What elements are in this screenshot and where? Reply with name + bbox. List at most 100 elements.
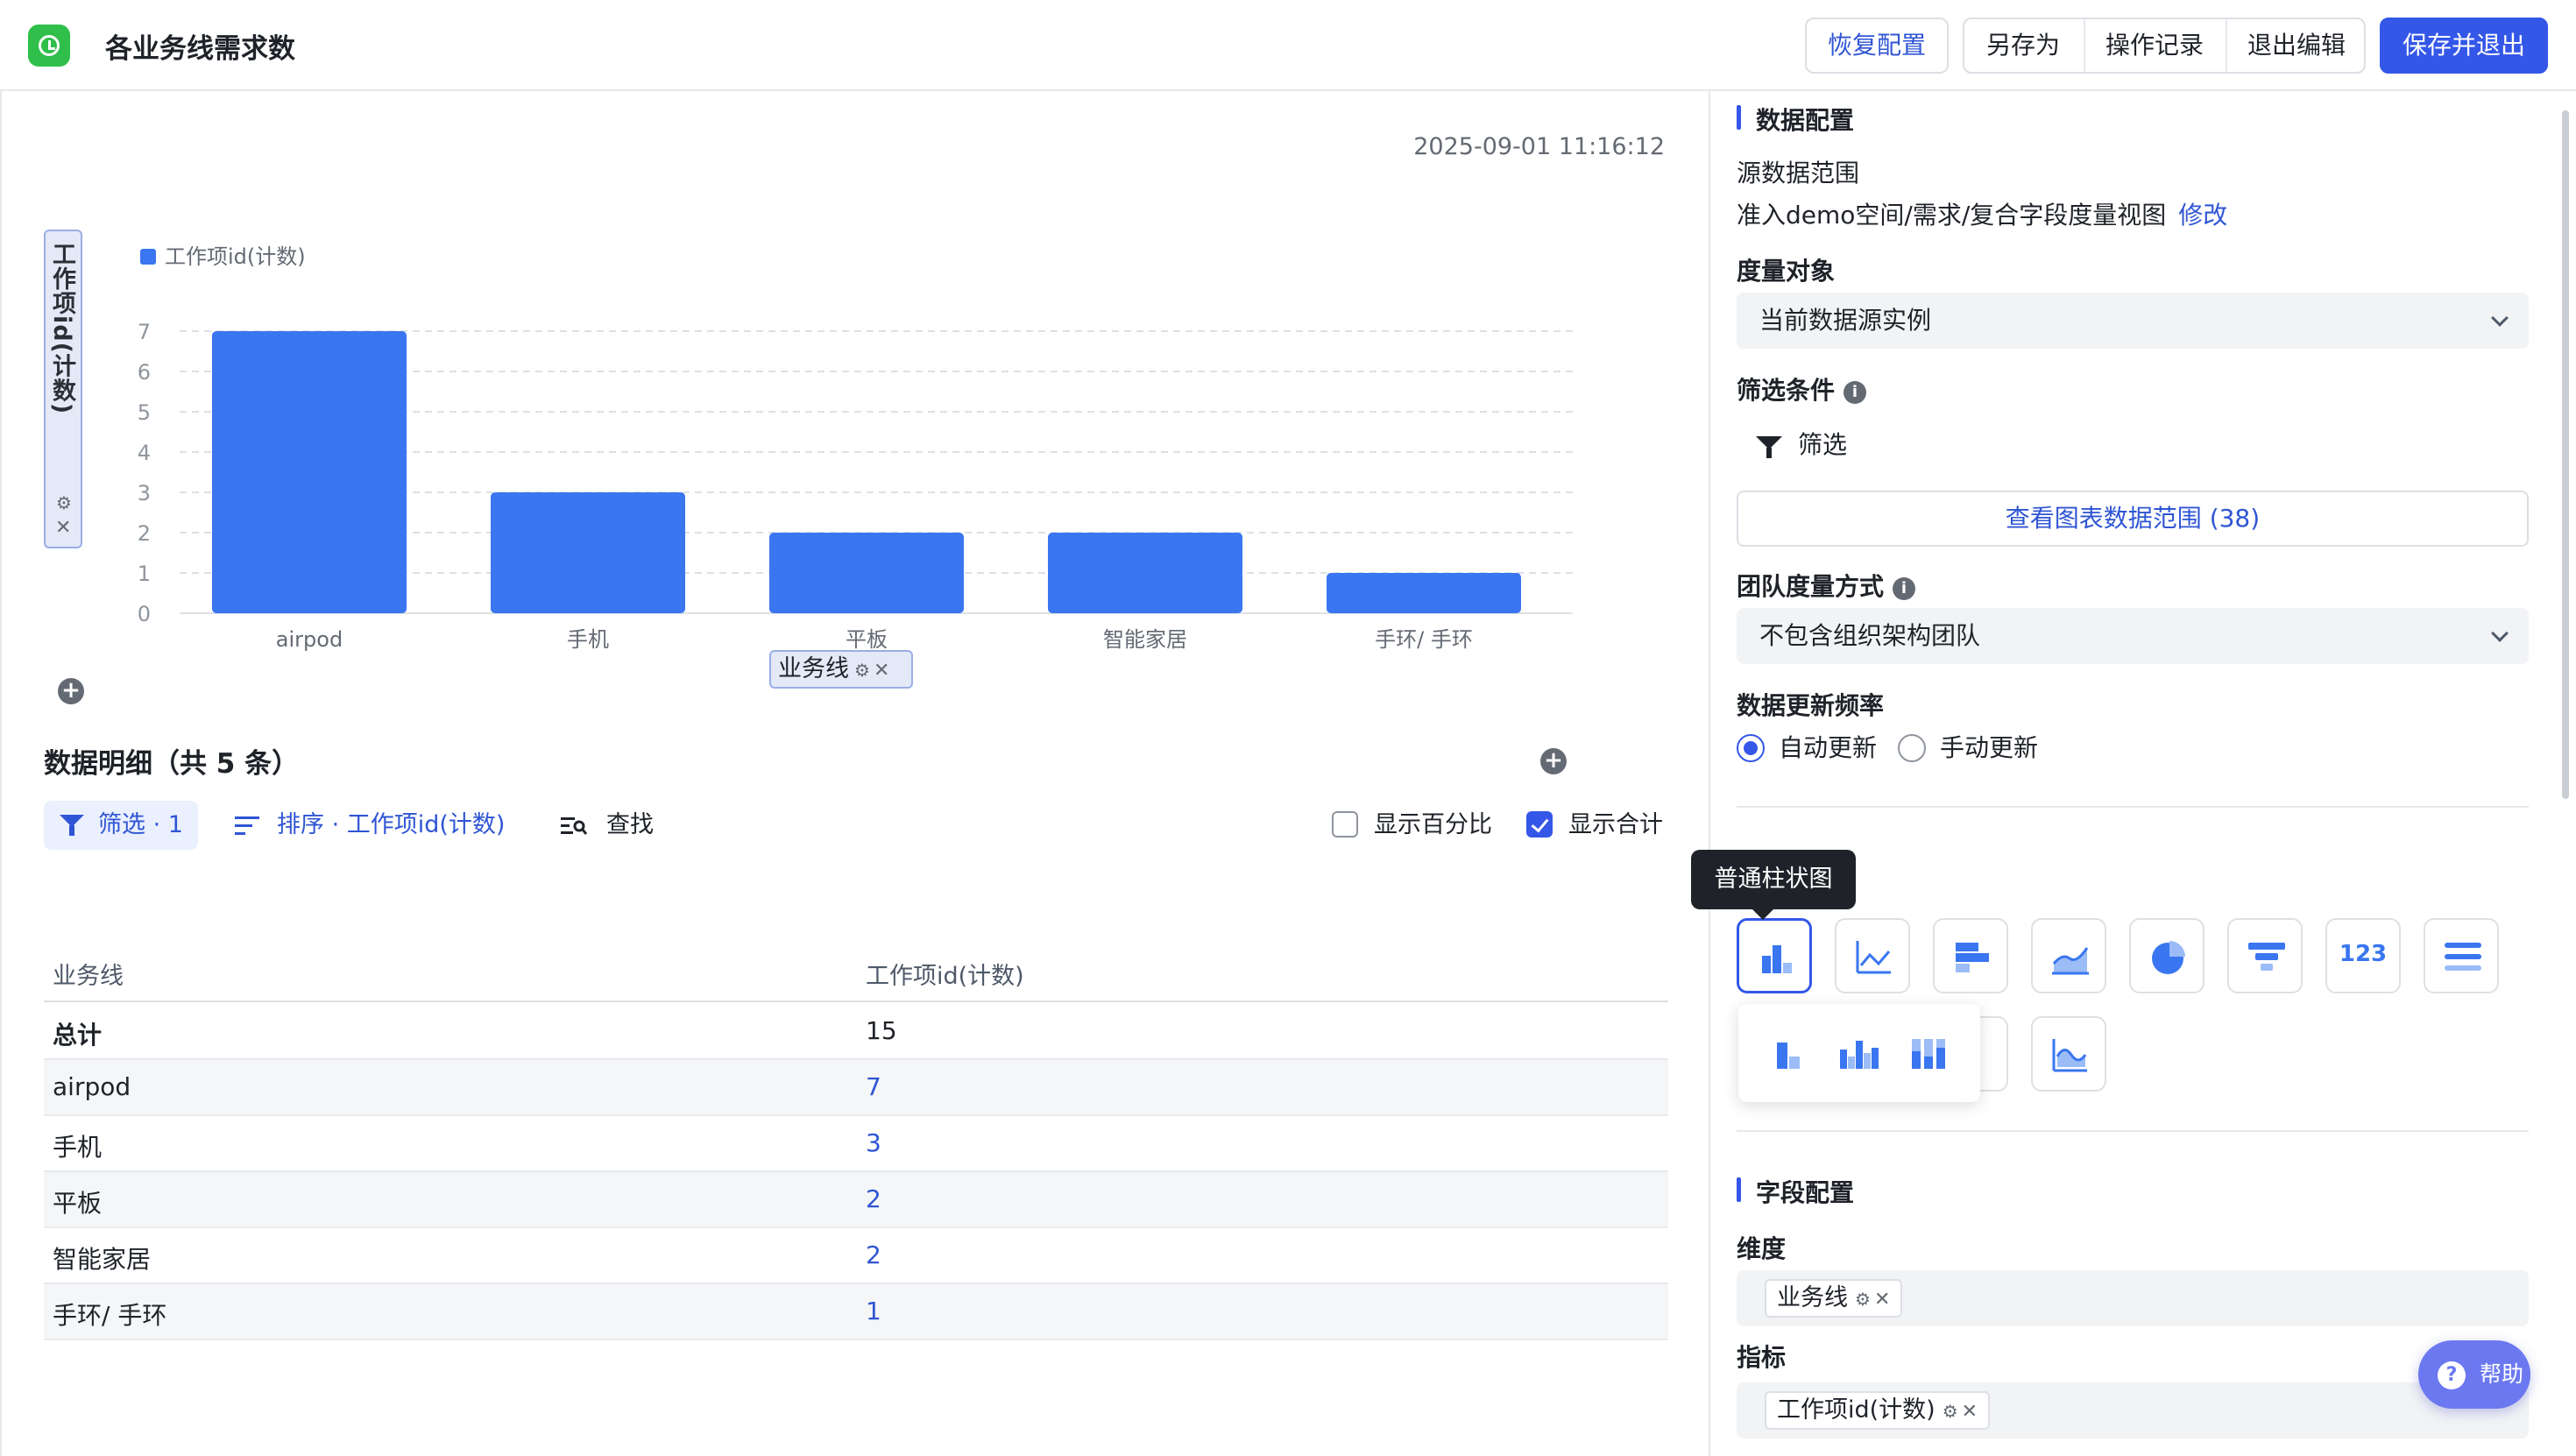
- measure-target-value: 当前数据源实例: [1759, 306, 1932, 335]
- metric-field-box[interactable]: 工作项id(计数) ⚙ ✕: [1737, 1382, 2529, 1438]
- chart-type-list[interactable]: [2424, 918, 2499, 993]
- table-row: 手环/ 手环 1: [44, 1284, 1668, 1340]
- row-value-link[interactable]: 7: [866, 1072, 881, 1101]
- detail-filter-button[interactable]: 筛选 · 1: [44, 801, 198, 850]
- gear-icon[interactable]: ⚙: [1855, 1289, 1871, 1310]
- dimension-label: 维度: [1737, 1234, 1787, 1263]
- team-measure-select[interactable]: 不包含组织架构团队: [1737, 608, 2529, 664]
- chevron-down-icon: [2491, 309, 2509, 327]
- chevron-down-icon: [2491, 625, 2509, 642]
- table-row: 平板 2: [44, 1172, 1668, 1228]
- grouped-bar-icon[interactable]: [1835, 1030, 1884, 1079]
- help-button[interactable]: ? 帮助: [2418, 1340, 2530, 1409]
- header-button-group: 另存为 操作记录 退出编辑: [1963, 18, 2366, 74]
- dimension-field-box[interactable]: 业务线 ⚙ ✕: [1737, 1270, 2529, 1326]
- legend-swatch: [140, 249, 156, 265]
- filter-icon: [60, 815, 84, 836]
- metric-field-tag[interactable]: 工作项id(计数) ⚙ ✕: [1765, 1391, 1991, 1430]
- row-value-link[interactable]: 3: [866, 1128, 881, 1157]
- filter-condition-text: 筛选条件: [1737, 376, 1836, 405]
- y-tick-label: 1: [138, 562, 151, 586]
- y-tick-label: 2: [138, 521, 151, 546]
- filter-icon: [1756, 436, 1782, 458]
- bar: [769, 533, 964, 613]
- save-and-exit-button[interactable]: 保存并退出: [2380, 18, 2548, 74]
- y-tick-label: 3: [138, 481, 151, 505]
- close-icon[interactable]: ✕: [1874, 1289, 1890, 1311]
- horizontal-bar-icon: [1956, 943, 1989, 972]
- add-y-field-icon[interactable]: +: [58, 678, 84, 704]
- y-tick-label: 6: [138, 360, 151, 385]
- row-name: 手机: [53, 1133, 103, 1162]
- table-row: 智能家居 2: [44, 1228, 1668, 1284]
- chart-type-funnel[interactable]: [2227, 918, 2303, 993]
- row-name: 总计: [53, 1021, 103, 1050]
- show-total-checkbox[interactable]: 显示合计: [1526, 809, 1663, 841]
- chart-type-bar[interactable]: [1737, 918, 1812, 993]
- detail-sort-button[interactable]: 排序 · 工作项id(计数): [235, 801, 505, 850]
- save-as-button[interactable]: 另存为: [1964, 19, 2082, 72]
- area-chart-icon: [2052, 947, 2089, 975]
- manual-update-label: 手动更新: [1940, 733, 2039, 762]
- area-line-chart-icon: [2052, 1039, 2087, 1072]
- gear-icon[interactable]: ⚙: [56, 492, 72, 513]
- show-percent-checkbox[interactable]: 显示百分比: [1332, 809, 1492, 841]
- x-tick-label: 智能家居: [1103, 627, 1187, 652]
- info-icon[interactable]: i: [1893, 577, 1916, 600]
- detail-title: 数据明细（共 5 条）: [44, 748, 300, 780]
- x-tick-label: airpod: [276, 627, 343, 652]
- auto-update-label: 自动更新: [1779, 733, 1878, 762]
- chart-type-pie[interactable]: [2129, 918, 2204, 993]
- row-value-link[interactable]: 2: [866, 1184, 881, 1213]
- gear-icon[interactable]: ⚙: [1943, 1401, 1958, 1422]
- x-tick-label: 手环/ 手环: [1375, 627, 1473, 652]
- funnel-chart-icon: [2248, 943, 2285, 971]
- chart-type-line[interactable]: [1835, 918, 1910, 993]
- divider: [1737, 1130, 2529, 1132]
- gear-icon[interactable]: ⚙: [854, 660, 870, 681]
- close-icon[interactable]: ✕: [55, 517, 71, 539]
- info-icon[interactable]: i: [1844, 381, 1867, 404]
- team-measure-text: 团队度量方式: [1737, 572, 1885, 601]
- measure-target-select[interactable]: 当前数据源实例: [1737, 293, 2529, 349]
- chart-type-horizontal-bar[interactable]: [1933, 918, 2008, 993]
- restore-config-button[interactable]: 恢复配置: [1805, 18, 1949, 74]
- question-icon: ?: [2438, 1361, 2466, 1389]
- y-axis-field-pill[interactable]: 工作项id(计数) ⚙ ✕: [44, 230, 82, 548]
- show-percent-label: 显示百分比: [1374, 811, 1492, 838]
- bar-chart-icon: [1762, 945, 1792, 973]
- manual-update-radio[interactable]: 手动更新: [1898, 731, 2038, 766]
- row-value-link[interactable]: 1: [866, 1297, 881, 1325]
- radio-selected-icon: [1737, 734, 1765, 762]
- row-value-link[interactable]: 2: [866, 1240, 881, 1269]
- x-tick-label: 平板: [846, 627, 888, 652]
- config-scrollbar[interactable]: [2562, 110, 2569, 799]
- chart-type-area[interactable]: [2031, 918, 2106, 993]
- x-axis-field-pill[interactable]: 业务线 ⚙ ✕: [769, 650, 913, 689]
- auto-update-radio[interactable]: 自动更新: [1737, 731, 1877, 766]
- modify-source-link[interactable]: 修改: [2178, 201, 2227, 230]
- history-button[interactable]: 操作记录: [2084, 19, 2224, 72]
- add-x-field-icon[interactable]: +: [1540, 748, 1567, 774]
- detail-find-button[interactable]: 查找: [561, 801, 654, 850]
- config-panel: 数据配置 源数据范围 准入demo空间/需求/复合字段度量视图 修改 度量对象 当…: [1712, 91, 2576, 1456]
- add-filter-button[interactable]: 筛选: [1756, 426, 1847, 464]
- metric-field-text: 工作项id(计数): [1777, 1396, 1936, 1424]
- chart-type-tooltip: 普通柱状图: [1691, 850, 1856, 920]
- bar: [212, 331, 407, 613]
- basic-bar-icon[interactable]: [1765, 1030, 1814, 1079]
- close-icon[interactable]: ✕: [874, 660, 889, 682]
- chart-type-area-line[interactable]: [2031, 1016, 2106, 1092]
- y-tick-label: 7: [138, 320, 151, 344]
- close-icon[interactable]: ✕: [1962, 1401, 1978, 1423]
- y-axis-field-label: 工作项id(计数): [48, 242, 75, 415]
- row-name: 平板: [53, 1189, 103, 1218]
- view-chart-data-range-button[interactable]: 查看图表数据范围 (38): [1737, 491, 2529, 547]
- detail-find-label: 查找: [606, 811, 654, 838]
- table-row-total: 总计 15: [44, 1004, 1668, 1060]
- exit-edit-button[interactable]: 退出编辑: [2226, 19, 2366, 72]
- dimension-field-tag[interactable]: 业务线 ⚙ ✕: [1765, 1279, 1903, 1318]
- stacked-bar-icon[interactable]: [1905, 1030, 1954, 1079]
- chart-type-number[interactable]: 123: [2325, 918, 2401, 993]
- checkbox-unchecked-icon: [1332, 811, 1358, 838]
